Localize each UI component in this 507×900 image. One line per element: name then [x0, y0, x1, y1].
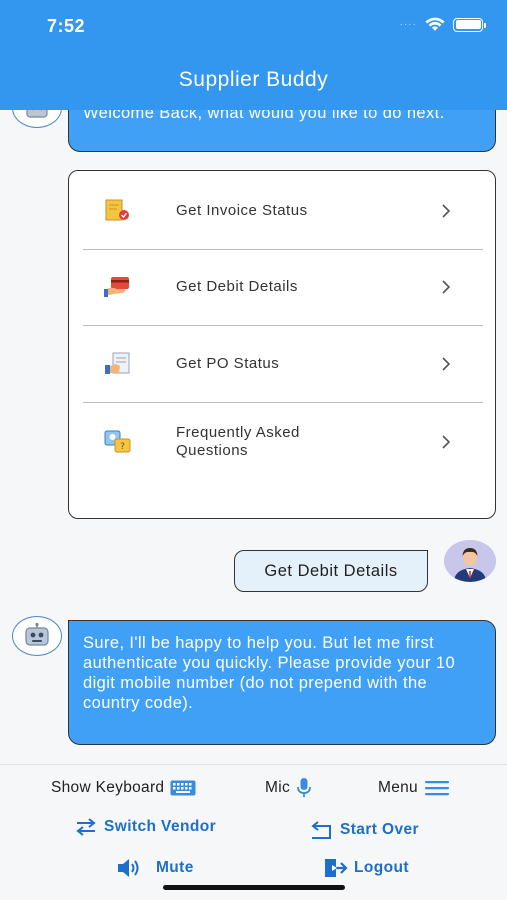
bot-reply-message: Sure, I'll be happy to help you. But let…	[68, 620, 496, 745]
menu-label: Menu	[378, 779, 418, 796]
menu-button[interactable]: Menu	[378, 779, 450, 797]
hamburger-menu-icon	[424, 781, 449, 796]
mic-label: Mic	[265, 779, 291, 796]
status-time: 7:52	[47, 16, 86, 36]
bot-avatar	[12, 110, 62, 128]
mute-label: Mute	[156, 859, 194, 876]
battery-icon	[453, 17, 486, 32]
switch-vendor-button[interactable]: Switch Vendor	[74, 817, 216, 837]
mic-button[interactable]: Mic	[265, 777, 312, 799]
footer-controls: Show Keyboard Mic Menu Switch Vendor Sta…	[0, 764, 507, 900]
wifi-icon	[425, 17, 445, 31]
cellular-dots-icon: ····	[399, 19, 417, 30]
menu-item-debit-details[interactable]: Get Debit Details	[83, 269, 481, 305]
divider	[83, 402, 483, 403]
options-menu-card: Get Invoice Status Get Debit Details Get…	[68, 170, 496, 519]
svg-text:?: ?	[120, 442, 125, 452]
chevron-right-icon	[442, 435, 451, 449]
welcome-message: Welcome Back, what would you like to do …	[68, 110, 496, 152]
menu-item-label: Get Debit Details	[176, 278, 298, 295]
menu-item-faq[interactable]: ? Frequently Asked Questions	[83, 422, 481, 462]
menu-item-invoice-status[interactable]: Get Invoice Status	[83, 193, 481, 229]
show-keyboard-label: Show Keyboard	[51, 779, 165, 796]
user-message: Get Debit Details	[234, 550, 428, 592]
divider	[83, 325, 483, 326]
debit-card-icon	[104, 277, 129, 297]
user-avatar-icon	[444, 540, 496, 582]
user-avatar	[444, 540, 496, 582]
menu-item-label: Frequently Asked Questions	[176, 424, 300, 459]
restart-icon	[311, 821, 331, 839]
menu-item-label: Get Invoice Status	[176, 202, 308, 219]
logout-icon	[325, 859, 348, 877]
mic-icon	[297, 778, 311, 797]
bot-avatar	[12, 616, 62, 656]
robot-icon	[25, 622, 49, 646]
divider	[83, 249, 483, 250]
chevron-right-icon	[442, 357, 451, 371]
chevron-right-icon	[442, 204, 451, 218]
page-title: Supplier Buddy	[178, 68, 329, 91]
app-header: 7:52 ···· Supplier Buddy	[0, 0, 507, 110]
home-indicator	[163, 885, 345, 890]
menu-item-label: Get PO Status	[176, 355, 280, 372]
keyboard-icon	[170, 780, 196, 796]
faq-icon: ?	[104, 430, 131, 453]
switch-vendor-label: Switch Vendor	[104, 818, 216, 835]
chevron-right-icon	[442, 280, 451, 294]
robot-icon	[26, 110, 48, 118]
start-over-label: Start Over	[340, 821, 419, 838]
welcome-text: Welcome Back, what would you like to do …	[83, 110, 445, 122]
status-icons: ····	[399, 17, 486, 32]
chat-area[interactable]: Welcome Back, what would you like to do …	[0, 110, 507, 764]
start-over-button[interactable]: Start Over	[308, 820, 419, 840]
invoice-icon	[105, 199, 129, 221]
po-document-icon	[105, 352, 130, 374]
menu-item-po-status[interactable]: Get PO Status	[83, 346, 481, 382]
mute-button[interactable]: Mute	[116, 857, 194, 879]
speaker-icon	[118, 859, 139, 877]
logout-label: Logout	[354, 859, 409, 876]
swap-arrows-icon	[76, 818, 96, 836]
logout-button[interactable]: Logout	[322, 857, 409, 879]
show-keyboard-button[interactable]: Show Keyboard	[51, 779, 196, 797]
